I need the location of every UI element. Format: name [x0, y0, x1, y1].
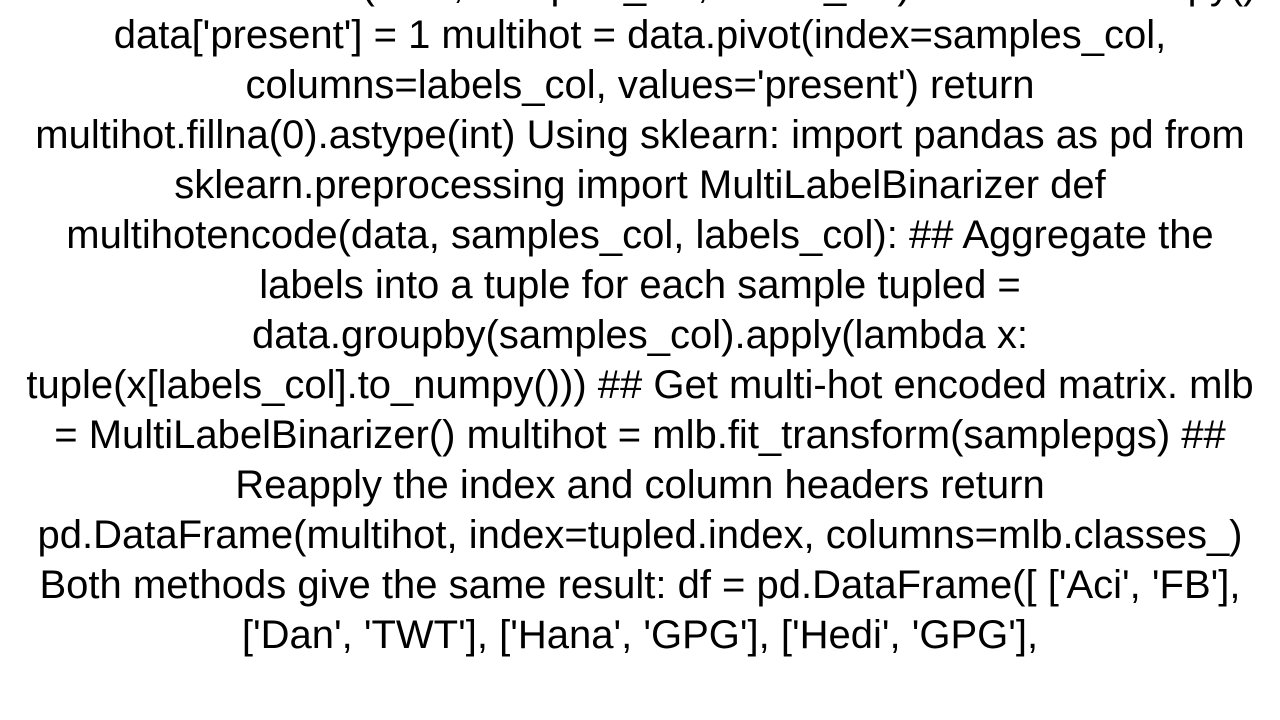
code-text-body: def multihotencode(data, samples_col, la…: [20, 0, 1260, 660]
document-page: def multihotencode(data, samples_col, la…: [0, 0, 1280, 720]
